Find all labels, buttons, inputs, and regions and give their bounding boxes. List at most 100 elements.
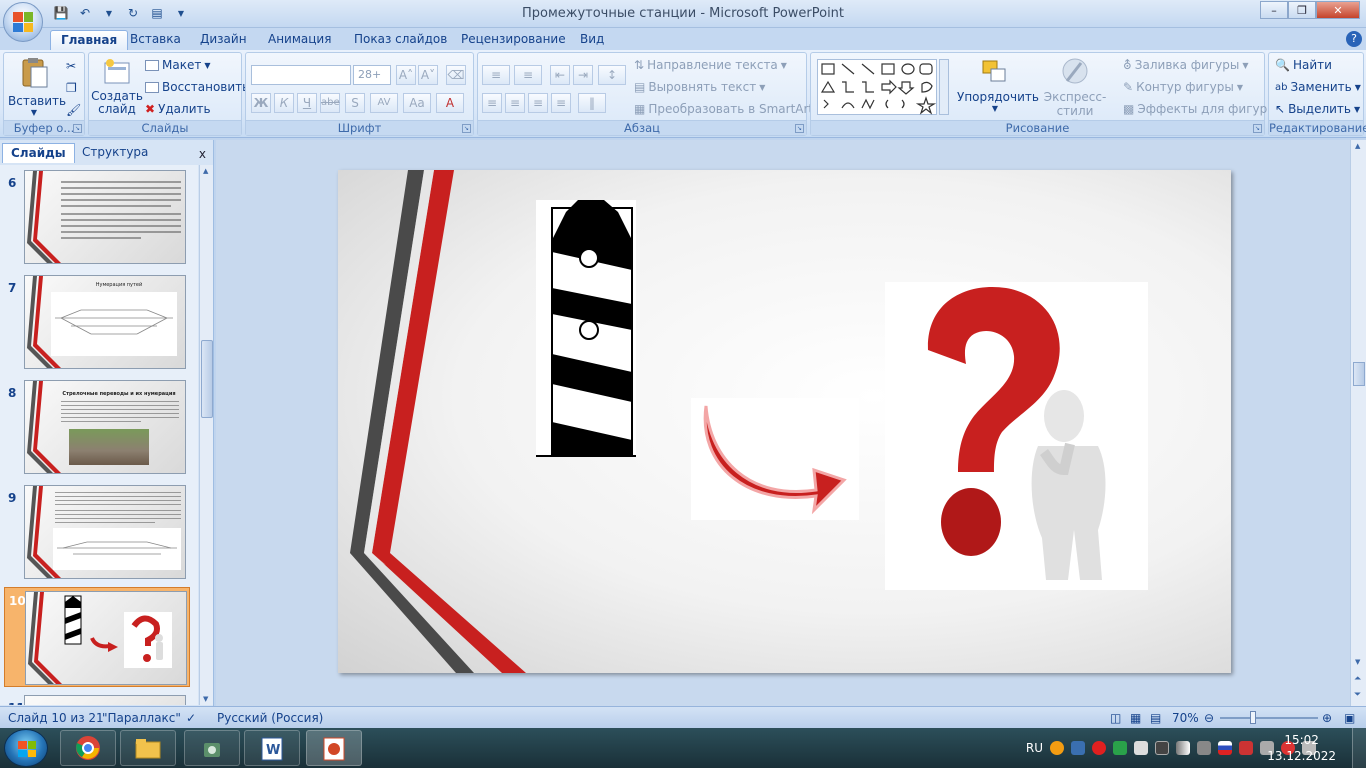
shape-effects-button[interactable]: ▩Эффекты для фигур▼	[1123, 102, 1276, 116]
power-icon[interactable]	[1197, 741, 1211, 755]
underline-button[interactable]: Ч	[297, 93, 317, 113]
next-slide-icon[interactable]: ⏷	[1354, 690, 1361, 700]
tab-slideshow[interactable]: Показ слайдов	[344, 30, 457, 50]
fit-to-window-icon[interactable]: ▣	[1344, 711, 1355, 725]
tab-home[interactable]: Главная	[50, 30, 129, 50]
pane-scroll-thumb[interactable]	[201, 340, 213, 418]
normal-view-icon[interactable]: ◫	[1110, 711, 1121, 725]
zoom-out-icon[interactable]: ⊖	[1204, 711, 1214, 725]
taskbar-powerpoint[interactable]	[306, 730, 362, 766]
text-direction-button[interactable]: ⇅ Направление текста ▼	[634, 58, 787, 72]
align-right-icon[interactable]: ≡	[528, 93, 548, 113]
zoom-slider[interactable]	[1220, 717, 1318, 719]
pane-close-icon[interactable]: x	[199, 147, 206, 161]
editor-scrollbar[interactable]: ▲ ▼ ⏶ ⏷	[1350, 140, 1366, 706]
align-text-button[interactable]: ▤ Выровнять текст ▼	[634, 80, 765, 94]
shadow-button[interactable]: S	[345, 93, 365, 113]
maximize-button[interactable]: ❐	[1288, 1, 1316, 19]
char-spacing-button[interactable]: AV	[370, 93, 398, 113]
slide-thumb-8[interactable]: 8 Стрелочные переводы и их нумерация	[0, 380, 198, 480]
change-case-button[interactable]: Aa	[403, 93, 431, 113]
shape-fill-button[interactable]: ⛢ Заливка фигуры ▼	[1123, 58, 1249, 72]
tab-review[interactable]: Рецензирование	[451, 30, 576, 50]
slide-thumb-6[interactable]: 6	[0, 170, 198, 270]
help-icon[interactable]: ?	[1346, 31, 1362, 47]
decrease-indent-icon[interactable]: ⇤	[550, 65, 570, 85]
align-center-icon[interactable]: ≡	[505, 93, 525, 113]
grow-font-icon[interactable]: A˄	[396, 65, 416, 85]
tab-design[interactable]: Дизайн	[190, 30, 257, 50]
increase-indent-icon[interactable]: ⇥	[573, 65, 593, 85]
clock[interactable]: 15:02 13.12.2022	[1267, 732, 1336, 764]
reset-button[interactable]: Восстановить	[145, 80, 249, 94]
replace-button[interactable]: ab Заменить ▼	[1275, 80, 1361, 94]
numbering-icon[interactable]: ≡	[514, 65, 542, 85]
tab-outline[interactable]: Структура	[74, 143, 156, 163]
start-button[interactable]	[4, 729, 48, 767]
minimize-button[interactable]: –	[1260, 1, 1288, 19]
device-icon[interactable]	[1155, 741, 1169, 755]
yandex-icon[interactable]	[1092, 741, 1106, 755]
clipboard-launcher-icon[interactable]: ↘	[73, 124, 82, 133]
slideshow-view-icon[interactable]: ▤	[1150, 711, 1161, 725]
italic-button[interactable]: К	[274, 93, 294, 113]
font-color-button[interactable]: A	[436, 93, 464, 113]
paragraph-launcher-icon[interactable]: ↘	[795, 124, 804, 133]
columns-icon[interactable]: ‖	[578, 93, 606, 113]
taskbar-chrome[interactable]	[60, 730, 116, 766]
shapes-gallery-scroll[interactable]	[939, 59, 949, 115]
format-painter-icon[interactable]: 🖌	[66, 103, 81, 117]
input-language[interactable]: RU	[1026, 741, 1043, 755]
quick-styles-button[interactable]: Экспресс-стили ▼	[1033, 57, 1117, 127]
delete-button[interactable]: ✖ Удалить	[145, 102, 211, 116]
tools-icon[interactable]	[1134, 741, 1148, 755]
current-slide[interactable]	[338, 170, 1231, 673]
pane-scrollbar[interactable]: ▲ ▼	[199, 165, 213, 705]
language-indicator[interactable]: Русский (Россия)	[217, 711, 323, 725]
font-name-combo[interactable]	[251, 65, 351, 85]
taskbar-network[interactable]	[184, 730, 240, 766]
justify-icon[interactable]: ≡	[551, 93, 571, 113]
shapes-gallery[interactable]	[817, 59, 937, 115]
scroll-down-icon[interactable]: ▼	[1355, 658, 1360, 666]
layout-button[interactable]: Макет ▼	[145, 58, 210, 72]
previous-slide-icon[interactable]: ⏶	[1354, 674, 1361, 684]
cut-icon[interactable]: ✂	[66, 59, 76, 73]
smartart-button[interactable]: ▦Преобразовать в SmartArt▼	[634, 102, 822, 116]
network-error-icon[interactable]	[1239, 741, 1253, 755]
slide-sorter-icon[interactable]: ▦	[1130, 711, 1141, 725]
font-size-combo[interactable]: 28+	[353, 65, 391, 85]
tab-insert[interactable]: Вставка	[120, 30, 191, 50]
copy-icon[interactable]: ❐	[66, 81, 77, 95]
taskbar-word[interactable]: W	[244, 730, 300, 766]
scroll-down-icon[interactable]: ▼	[203, 695, 208, 703]
line-spacing-icon[interactable]: ↕	[598, 65, 626, 85]
spellcheck-icon[interactable]: ✓	[186, 711, 196, 725]
russian-flag-icon[interactable]	[1218, 741, 1232, 755]
close-button[interactable]: ✕	[1316, 1, 1360, 19]
new-slide-button[interactable]: Создать слайд	[91, 57, 143, 116]
zoom-slider-thumb[interactable]	[1250, 711, 1256, 724]
arrange-button[interactable]: Упорядочить ▼	[957, 57, 1039, 113]
zoom-in-icon[interactable]: ⊕	[1322, 711, 1332, 725]
strikethrough-button[interactable]: abe	[320, 93, 340, 113]
drawing-launcher-icon[interactable]: ↘	[1253, 124, 1262, 133]
editor-scroll-thumb[interactable]	[1353, 362, 1365, 386]
taskbar-explorer[interactable]	[120, 730, 176, 766]
paste-button[interactable]: Вставить ▼	[8, 57, 66, 117]
slide-thumb-11[interactable]: 11	[0, 695, 198, 705]
tab-slides[interactable]: Слайды	[2, 143, 75, 163]
shrink-font-icon[interactable]: A˅	[418, 65, 438, 85]
find-button[interactable]: 🔍 Найти	[1275, 58, 1332, 72]
align-left-icon[interactable]: ≡	[482, 93, 502, 113]
slide-thumb-7[interactable]: 7 Нумерация путей	[0, 275, 198, 375]
show-desktop-button[interactable]	[1352, 728, 1366, 768]
shape-outline-button[interactable]: ✎ Контур фигуры ▼	[1123, 80, 1243, 94]
font-launcher-icon[interactable]: ↘	[462, 124, 471, 133]
tab-animation[interactable]: Анимация	[258, 30, 341, 50]
office-button[interactable]	[3, 2, 43, 42]
slide-thumb-10[interactable]: 10	[4, 587, 190, 687]
tab-view[interactable]: Вид	[570, 30, 614, 50]
bullets-icon[interactable]: ≡	[482, 65, 510, 85]
scroll-up-icon[interactable]: ▲	[203, 167, 208, 175]
